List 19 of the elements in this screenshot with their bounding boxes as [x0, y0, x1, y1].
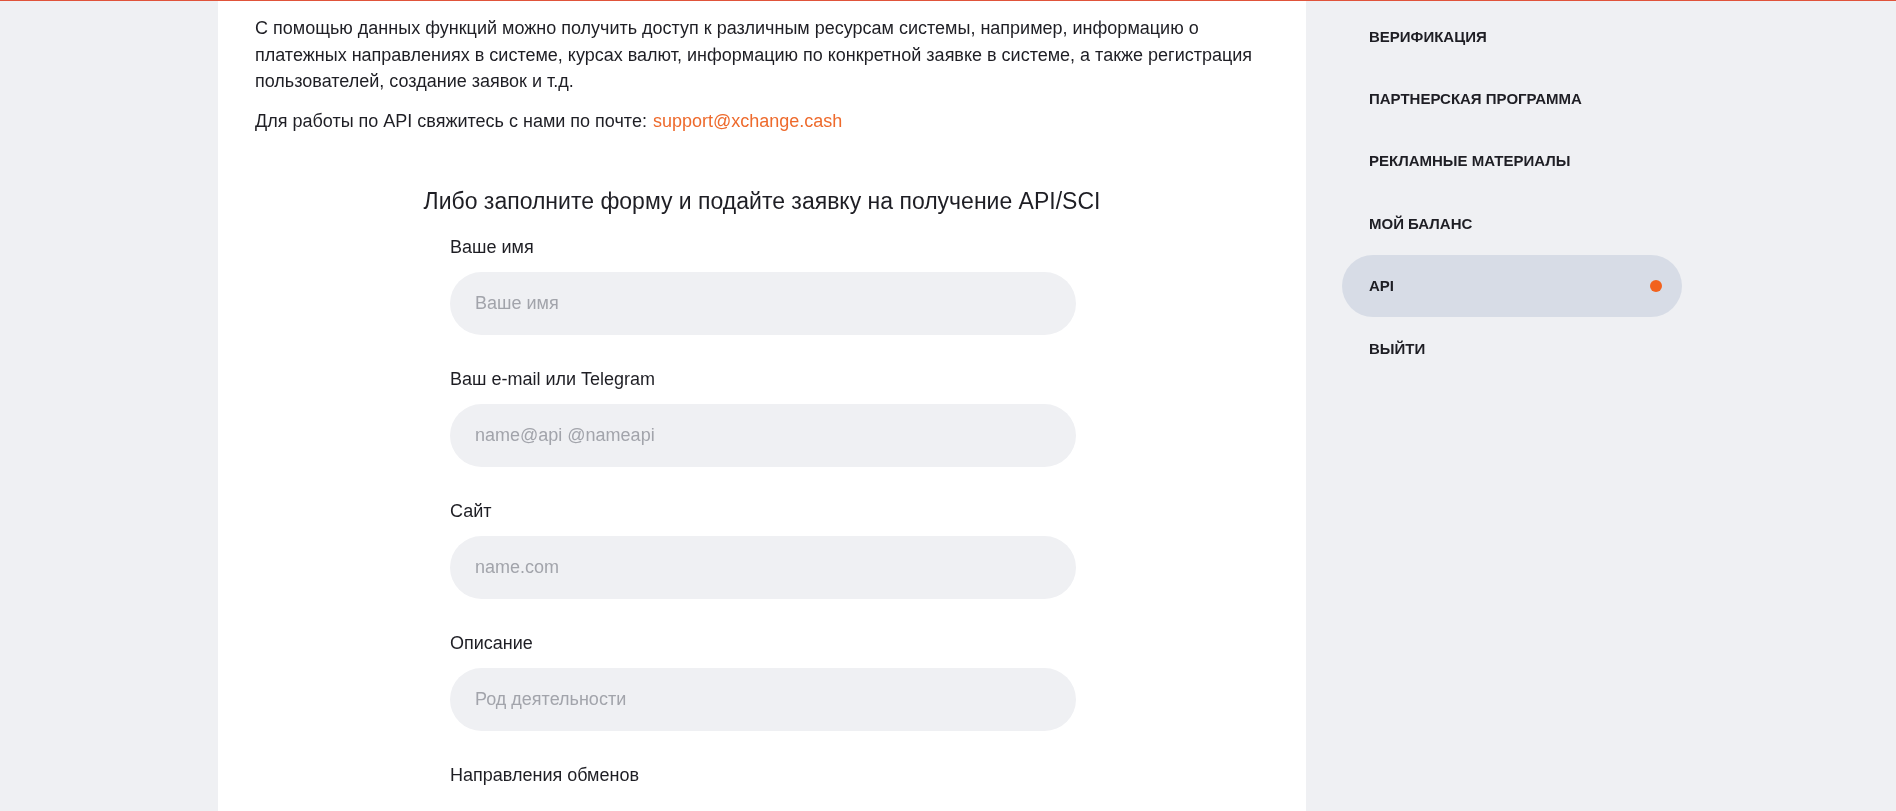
field-label: Ваш e-mail или Telegram — [450, 367, 657, 391]
input-field[interactable]: name.com — [450, 535, 1076, 599]
field-label: Ваше имя — [450, 235, 535, 259]
sidebar-item[interactable]: РЕКЛАМНЫЕ МАТЕРИАЛЫ — [1342, 129, 1682, 193]
input-field[interactable]: Ваше имя — [450, 271, 1076, 335]
input-field[interactable]: name@api @nameapi — [450, 403, 1076, 467]
form-title: Либо заполните форму и подайте заявку на получение API/SCI — [422, 187, 1102, 215]
sidebar-item[interactable]: API — [1342, 254, 1682, 317]
sidebar-item[interactable]: ВЫЙТИ — [1342, 316, 1682, 380]
active-dot-icon — [1650, 279, 1662, 292]
intro-paragraph: С помощью данных функций можно получить доступ к различным ресурсам системы, например, информацию о платежных направлениях в системе, курсах валют, информацию по конкретной заявке в системе, а также регистрация пользователей, создание заявок и т.д. — [255, 17, 1254, 94]
input-field[interactable]: Род деятельности — [450, 667, 1076, 731]
field-label: Направления обменов — [450, 763, 640, 787]
field-label: Описание — [450, 631, 534, 655]
field-label: Сайт — [450, 499, 493, 523]
contact-text: Для работы по API свяжитесь с нами по почте: — [255, 109, 647, 133]
sidebar-item[interactable]: ПАРТНЕРСКАЯ ПРОГРАММА — [1342, 67, 1682, 130]
sidebar-item[interactable]: ВЕРИФИКАЦИЯ — [1342, 5, 1682, 68]
sidebar-item[interactable]: МОЙ БАЛАНС — [1342, 192, 1682, 255]
